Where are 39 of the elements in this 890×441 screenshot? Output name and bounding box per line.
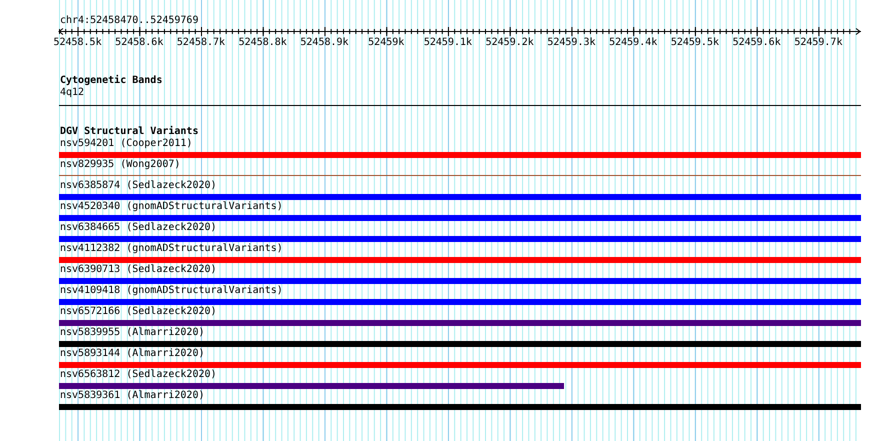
tick-label: 52459k	[368, 37, 404, 48]
feature-label[interactable]: nsv4112382 (gnomADStructuralVariants)	[59, 243, 283, 255]
band-label: 4q12	[59, 87, 84, 99]
feature-label[interactable]: nsv5893144 (Almarri2020)	[59, 348, 204, 360]
variant-bar[interactable]	[59, 278, 861, 284]
location-label: chr4:52458470..52459769	[59, 15, 200, 27]
tick-label: 52458.7k	[176, 37, 226, 48]
tick-label: 52459.5k	[670, 37, 719, 48]
variant-bar[interactable]	[59, 404, 861, 410]
track-title: DGV Structural Variants	[59, 126, 198, 138]
tick-label: 52459.7k	[794, 37, 842, 48]
variant-bar[interactable]	[59, 214, 861, 220]
variant-bar[interactable]	[59, 340, 861, 346]
track-title: Cytogenetic Bands	[59, 75, 162, 87]
tick-label: 52459.3k	[547, 37, 596, 48]
variant-bar[interactable]	[59, 298, 861, 304]
feature-label[interactable]: nsv6385874 (Sedlazeck2020)	[59, 180, 217, 192]
tick-label: 52459.4k	[609, 37, 658, 48]
tick-label: 52458.5k	[53, 37, 102, 48]
variant-bar[interactable]	[59, 194, 861, 200]
feature-label[interactable]: nsv6572166 (Sedlazeck2020)	[59, 306, 217, 318]
variant-bar[interactable]	[59, 382, 564, 388]
feature-label[interactable]: nsv6384665 (Sedlazeck2020)	[59, 222, 217, 234]
tick-label: 52458.6k	[115, 37, 164, 48]
tick-label: 52459.1k	[424, 37, 472, 48]
feature-label[interactable]: nsv6563812 (Sedlazeck2020)	[59, 369, 217, 381]
feature-label[interactable]: nsv6390713 (Sedlazeck2020)	[59, 264, 217, 276]
feature-label[interactable]: nsv594201 (Cooper2011)	[59, 138, 192, 150]
variant-bar[interactable]	[59, 236, 861, 242]
tick-label: 52459.2k	[486, 37, 534, 48]
feature-label[interactable]: nsv5839955 (Almarri2020)	[59, 327, 204, 339]
tick-label: 52458.8k	[238, 37, 287, 48]
tick-label: 52458.9k	[300, 37, 349, 48]
feature-label[interactable]: nsv4109418 (gnomADStructuralVariants)	[59, 285, 283, 297]
feature-label[interactable]: nsv5839361 (Almarri2020)	[59, 390, 204, 402]
feature-label[interactable]: nsv829935 (Wong2007)	[59, 159, 180, 171]
tick-label: 52459.6k	[732, 37, 781, 48]
feature-label[interactable]: nsv4520340 (gnomADStructuralVariants)	[59, 201, 283, 213]
variant-bar[interactable]	[59, 320, 861, 326]
